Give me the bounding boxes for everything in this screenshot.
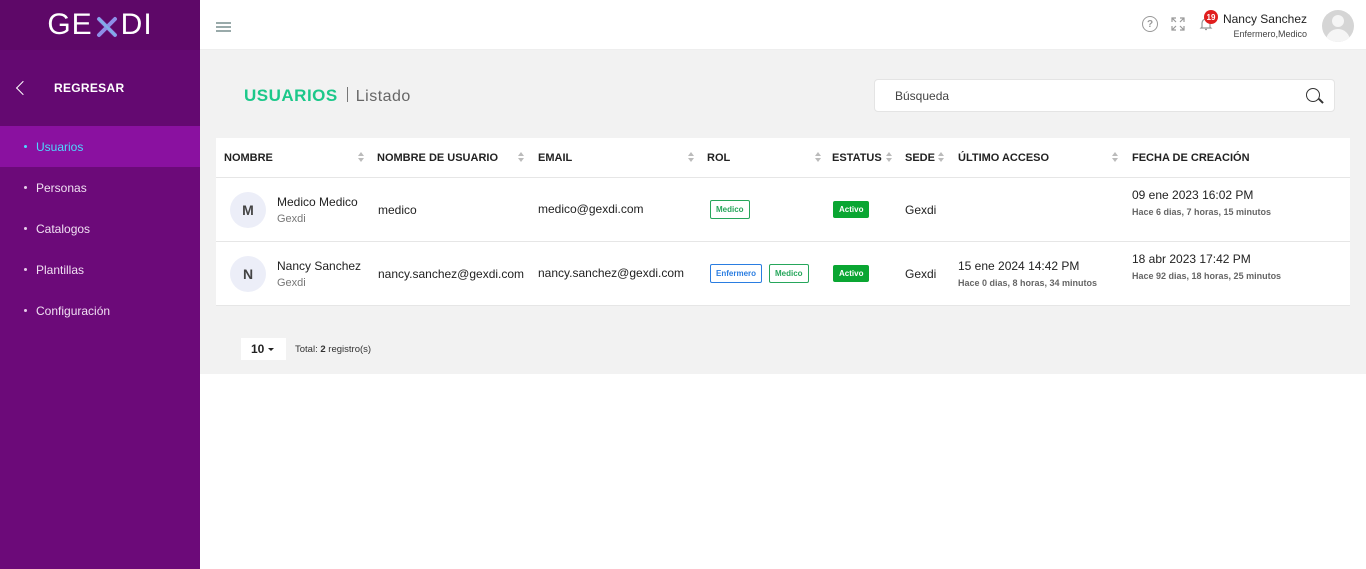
bullet-icon	[24, 145, 27, 148]
logo-x-mark-icon	[95, 13, 119, 37]
notifications-bell-icon[interactable]: 19	[1198, 10, 1218, 32]
table-row[interactable]: N Nancy Sanchez Gexdi nancy.sanchez@gexd…	[216, 242, 1350, 306]
main-content: USUARIOS Listado NOMBRE NOMBRE DE USUARIO…	[200, 50, 1366, 374]
search-box	[874, 79, 1335, 112]
bullet-icon	[24, 309, 27, 312]
sort-icon[interactable]	[1112, 152, 1119, 164]
bullet-icon	[24, 186, 27, 189]
back-button[interactable]: REGRESAR	[0, 50, 200, 126]
role-tag: Medico	[769, 264, 809, 283]
page-title-text: USUARIOS	[244, 86, 338, 105]
created-date: 09 ene 2023 16:02 PM	[1132, 188, 1254, 202]
sort-icon[interactable]	[815, 152, 822, 164]
user-roles: Enfermero,Medico	[1233, 29, 1307, 39]
sidebar-item-plantillas[interactable]: Plantillas	[0, 249, 200, 290]
gexdi-logo[interactable]: GE DI	[0, 0, 200, 50]
page-size-value: 10	[251, 342, 265, 356]
sort-icon[interactable]	[688, 152, 695, 164]
total-count: 2	[320, 343, 326, 355]
total-records: Total: 2 registro(s)	[295, 344, 371, 355]
table-footer: 10 Total: 2 registro(s)	[241, 338, 371, 360]
user-org: Gexdi	[277, 277, 306, 289]
sidebar-item-configuracion[interactable]: Configuración	[0, 290, 200, 331]
sidebar-item-personas[interactable]: Personas	[0, 167, 200, 208]
sidebar-item-catalogos[interactable]: Catalogos	[0, 208, 200, 249]
header-email[interactable]: EMAIL	[538, 152, 572, 164]
sidebar-item-label: Configuración	[36, 303, 111, 318]
chevron-left-icon	[15, 80, 31, 96]
sidebar-item-usuarios[interactable]: Usuarios	[0, 126, 200, 167]
search-input[interactable]	[895, 89, 1275, 103]
users-table: NOMBRE NOMBRE DE USUARIO EMAIL ROL ESTAT…	[216, 138, 1350, 306]
user-initial-avatar: M	[230, 192, 266, 228]
site-cell: Gexdi	[905, 267, 937, 281]
sort-icon[interactable]	[518, 152, 525, 164]
sort-icon[interactable]	[358, 152, 365, 164]
bullet-icon	[24, 268, 27, 271]
role-tag: Enfermero	[710, 264, 763, 283]
sidebar-item-label: Personas	[36, 180, 87, 195]
last-access-date: 15 ene 2024 14:42 PM	[958, 259, 1080, 273]
created-date: 18 abr 2023 17:42 PM	[1132, 252, 1251, 266]
header-ultimo-acceso[interactable]: ÚLTIMO ACCESO	[958, 152, 1049, 164]
table-row[interactable]: M Medico Medico Gexdi medico medico@gexd…	[216, 178, 1350, 242]
table-header: NOMBRE NOMBRE DE USUARIO EMAIL ROL ESTAT…	[216, 138, 1350, 178]
user-full-name: Medico Medico	[277, 195, 358, 209]
page-subtitle: Listado	[355, 88, 411, 105]
user-org: Gexdi	[277, 213, 306, 225]
page-size-select[interactable]: 10	[241, 338, 286, 360]
sidebar-item-label: Plantillas	[36, 262, 85, 277]
topbar-actions: ? 19	[1142, 10, 1218, 32]
search-icon[interactable]	[1306, 88, 1320, 102]
header-nombre-usuario[interactable]: NOMBRE DE USUARIO	[377, 152, 498, 164]
header-sede[interactable]: SEDE	[905, 152, 935, 164]
header-fecha-creacion[interactable]: FECHA DE CREACIÓN	[1132, 152, 1250, 164]
user-full-name: Nancy Sanchez	[277, 259, 362, 273]
help-icon[interactable]: ?	[1142, 16, 1158, 32]
logo-text-left: GE	[47, 8, 93, 41]
menu-toggle-icon[interactable]	[216, 22, 231, 32]
back-label: REGRESAR	[54, 81, 125, 95]
email-cell: medico@gexdi.com	[538, 202, 644, 216]
sidebar: GE DI REGRESAR Usuarios Personas Catalog…	[0, 0, 200, 569]
bullet-icon	[24, 227, 27, 230]
notifications-badge: 19	[1204, 10, 1218, 24]
last-access-relative: Hace 0 dias, 8 horas, 34 minutos	[958, 278, 1098, 288]
logo-text-right: DI	[120, 8, 153, 41]
site-cell: Gexdi	[905, 203, 937, 217]
user-initial-avatar: N	[230, 256, 266, 292]
user-info[interactable]: Nancy Sanchez Enfermero,Medico	[1223, 12, 1307, 39]
created-relative: Hace 6 dias, 7 horas, 15 minutos	[1132, 207, 1272, 217]
status-badge: Activo	[833, 201, 870, 218]
header-rol[interactable]: ROL	[707, 152, 730, 164]
sort-icon[interactable]	[938, 152, 945, 164]
header-estatus[interactable]: ESTATUS	[832, 152, 882, 164]
total-label: Total:	[295, 343, 318, 355]
sidebar-item-label: Usuarios	[36, 139, 84, 154]
username-cell: medico	[378, 203, 417, 217]
role-tag: Medico	[710, 200, 750, 219]
created-relative: Hace 92 dias, 18 horas, 25 minutos	[1132, 271, 1282, 281]
header-nombre[interactable]: NOMBRE	[224, 152, 273, 164]
user-name: Nancy Sanchez	[1222, 12, 1307, 26]
email-cell: nancy.sanchez@gexdi.com	[538, 266, 685, 280]
sort-icon[interactable]	[886, 152, 893, 164]
username-cell: nancy.sanchez@gexdi.com	[378, 267, 525, 281]
total-suffix: registro(s)	[328, 343, 372, 355]
fullscreen-icon[interactable]	[1170, 16, 1186, 32]
topbar: ? 19 Nancy Sanchez Enfermero,Medico	[200, 0, 1366, 50]
status-badge: Activo	[833, 265, 870, 282]
page-title: USUARIOS Listado	[244, 86, 411, 106]
sidebar-item-label: Catalogos	[36, 221, 91, 236]
user-avatar[interactable]	[1322, 10, 1354, 42]
caret-down-icon	[268, 347, 275, 351]
